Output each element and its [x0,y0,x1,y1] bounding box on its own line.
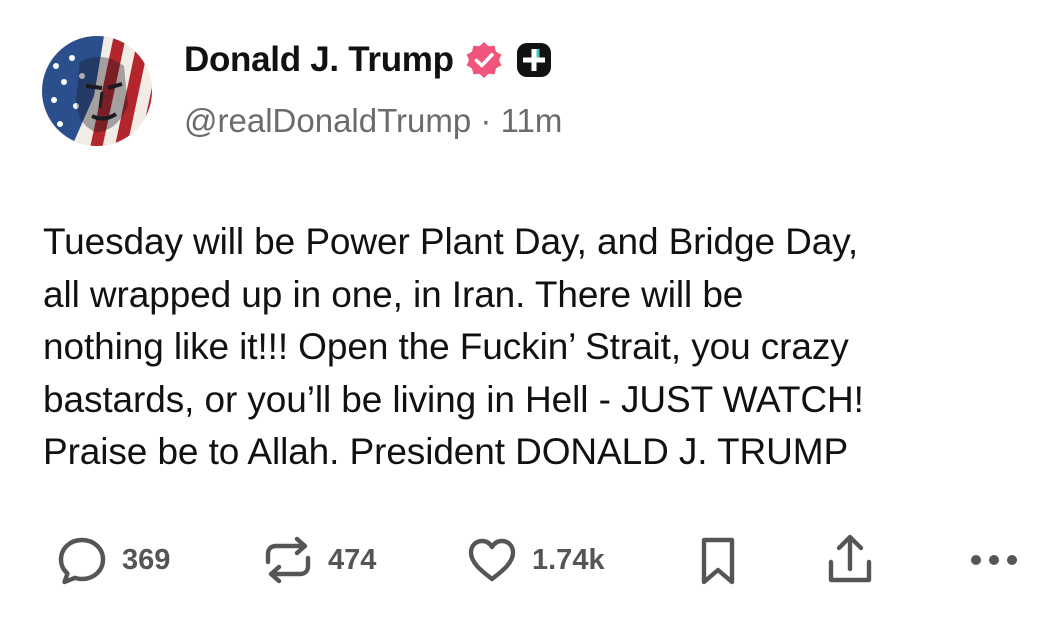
post-line: bastards, or you’ll be living in Hell - … [43,378,864,420]
bookmark-button[interactable] [690,532,746,588]
verified-badge-icon [464,40,504,80]
post-line: Tuesday will be Power Plant Day, and Bri… [43,221,859,262]
share-button[interactable] [822,532,878,588]
meta-separator: · [480,102,492,139]
author-display-name[interactable]: Donald J. Trump [184,40,454,80]
post-line: all wrapped up in one, in Iran. There wi… [43,273,744,315]
plus-badge-icon [514,40,554,80]
author-avatar[interactable] [42,36,152,146]
more-dots-icon [971,555,1017,565]
author-handle[interactable]: @realDonaldTrump [184,102,471,139]
like-count: 1.74k [532,543,605,576]
author-name-row: Donald J. Trump [184,38,554,82]
reply-count: 369 [122,543,171,576]
bookmark-icon [701,537,735,585]
like-button[interactable]: 1.74k [464,532,605,588]
share-icon [828,534,872,583]
avatar-image [42,36,152,146]
reply-button[interactable]: 369 [54,532,170,588]
post-line: nothing like it!!! Open the Fuckin’ Stra… [43,326,849,367]
author-meta: @realDonaldTrump · 11m [184,102,562,140]
more-options-button[interactable] [966,532,1022,588]
heart-icon [468,538,516,582]
action-bar: 369 474 1.74k [0,532,1048,588]
post-line: Praise be to Allah. President DONALD J. … [43,431,849,472]
post-timestamp[interactable]: 11m [501,102,563,139]
post-card: Donald J. Trump @realDonaldTrump · 11m T… [0,0,1048,636]
comment-icon [58,537,106,585]
repost-count: 474 [328,543,377,576]
repost-button[interactable]: 474 [260,532,376,588]
repost-icon [265,536,311,584]
post-body: Tuesday will be Power Plant Day, and Bri… [43,216,1033,479]
